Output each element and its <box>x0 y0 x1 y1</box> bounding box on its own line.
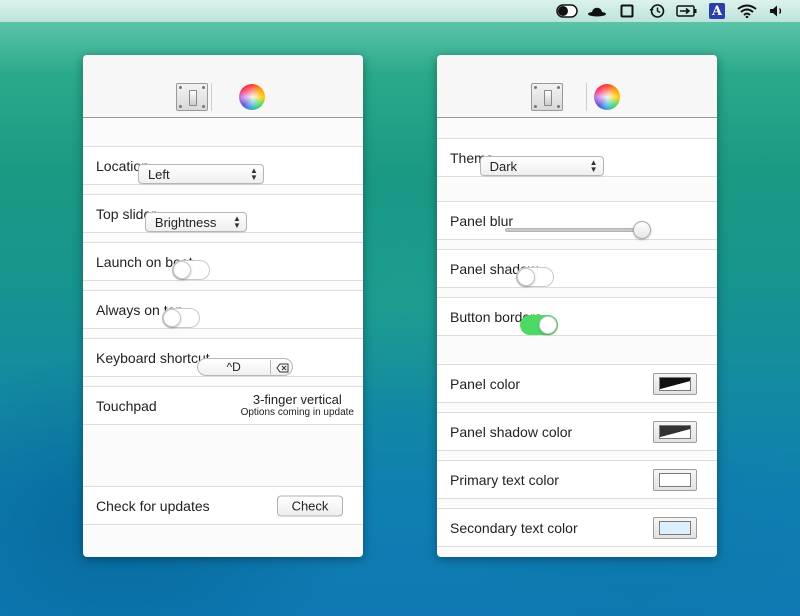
location-value: Left <box>147 166 170 182</box>
panel-blur-row: Panel blur <box>437 201 717 240</box>
launch-on-boot-toggle[interactable] <box>171 260 210 280</box>
touchpad-note: Options coming in update <box>240 406 354 418</box>
touchpad-row: Touchpad 3-finger vertical Options comin… <box>83 386 363 425</box>
general-tab[interactable] <box>176 81 208 113</box>
theme-value: Dark <box>489 158 518 174</box>
panel-shadow-row: Panel shadow <box>437 249 717 288</box>
secondary-text-color-swatch <box>659 520 691 535</box>
clear-shortcut-icon[interactable] <box>276 362 289 376</box>
toggle-knob <box>538 316 557 334</box>
menu-bar: A <box>0 0 800 22</box>
primary-text-color-well[interactable] <box>653 468 697 491</box>
location-row: Location Left ▲ ▼ <box>83 146 363 185</box>
secondary-text-color-label: Secondary text color <box>450 519 578 536</box>
top-slider-select[interactable]: Brightness ▲ ▼ <box>144 212 247 232</box>
panel-blur-slider[interactable] <box>505 221 652 239</box>
secondary-text-color-row: Secondary text color <box>437 508 717 547</box>
theme-row: Theme Dark ▲ ▼ <box>437 138 717 177</box>
general-settings-panel: Location Left ▲ ▼ Top slider Brightness ▲… <box>83 55 363 557</box>
light-switch-icon <box>531 83 563 111</box>
a-icon[interactable]: A <box>706 3 728 19</box>
touchpad-value: 3-finger vertical Options coming in upda… <box>241 393 354 419</box>
updown-arrows-icon: ▲ ▼ <box>233 214 241 230</box>
always-on-top-row: Always on top <box>83 290 363 329</box>
panel-shadow-color-label: Panel shadow color <box>450 423 573 440</box>
theme-select[interactable]: Dark ▲ ▼ <box>479 156 604 176</box>
primary-text-color-swatch <box>659 472 691 487</box>
wifi-icon[interactable] <box>736 3 758 19</box>
battery-icon[interactable] <box>676 3 698 19</box>
button-borders-row: Button borders <box>437 297 717 336</box>
button-borders-toggle[interactable] <box>519 315 558 335</box>
toolbar-divider <box>211 83 212 111</box>
panel-shadow-color-row: Panel shadow color <box>437 412 717 451</box>
light-switch-icon <box>176 83 208 111</box>
panel-color-label: Panel color <box>450 375 521 392</box>
appearance-tab[interactable] <box>236 81 268 113</box>
panel-toolbar <box>437 55 717 118</box>
toggle-knob <box>516 268 535 286</box>
primary-text-color-label: Primary text color <box>450 471 559 488</box>
square-icon[interactable] <box>616 3 638 19</box>
toolbar-divider <box>586 83 587 111</box>
updown-arrows-icon: ▲ ▼ <box>250 166 258 182</box>
panel-blur-label: Panel blur <box>450 212 514 229</box>
check-button[interactable]: Check <box>277 495 343 516</box>
shortcut-value: ^D <box>226 360 241 374</box>
panel-color-swatch <box>659 376 691 391</box>
top-slider-row: Top slider Brightness ▲ ▼ <box>83 194 363 233</box>
panel-shadow-color-swatch <box>659 424 691 439</box>
general-tab[interactable] <box>531 81 563 113</box>
slider-thumb[interactable] <box>633 221 652 239</box>
secondary-text-color-well[interactable] <box>653 516 697 539</box>
toggle-knob <box>172 261 191 279</box>
check-for-updates-label: Check for updates <box>96 497 210 514</box>
appearance-tab[interactable] <box>591 81 623 113</box>
panel-toolbar <box>83 55 363 118</box>
time-machine-icon[interactable] <box>646 3 668 19</box>
color-wheel-icon <box>239 84 265 110</box>
panel-shadow-color-well[interactable] <box>653 420 697 443</box>
color-wheel-icon <box>594 84 620 110</box>
bowler-hat-icon[interactable] <box>586 3 608 19</box>
top-slider-value: Brightness <box>154 214 217 230</box>
check-for-updates-row: Check for updates Check <box>83 486 363 525</box>
primary-text-color-row: Primary text color <box>437 460 717 499</box>
touchpad-label: Touchpad <box>96 397 157 414</box>
volume-icon[interactable] <box>766 3 788 19</box>
panel-color-row: Panel color <box>437 364 717 403</box>
keyboard-shortcut-label: Keyboard shortcut <box>96 349 210 366</box>
panel-shadow-toggle[interactable] <box>515 267 554 287</box>
location-select[interactable]: Left ▲ ▼ <box>137 164 264 184</box>
always-on-top-toggle[interactable] <box>162 308 201 328</box>
toggle-knob <box>163 309 182 327</box>
launch-on-boot-row: Launch on boot <box>83 242 363 281</box>
updown-arrows-icon: ▲ ▼ <box>589 158 598 174</box>
toggle-icon[interactable] <box>556 3 578 19</box>
panel-color-well[interactable] <box>653 372 697 395</box>
shortcut-recorder[interactable]: ^D <box>196 358 293 376</box>
appearance-settings-panel: Theme Dark ▲ ▼ Panel blur Panel shadow Bu… <box>437 55 717 557</box>
keyboard-shortcut-row: Keyboard shortcut ^D <box>83 338 363 377</box>
touchpad-gesture: 3-finger vertical <box>252 391 342 407</box>
